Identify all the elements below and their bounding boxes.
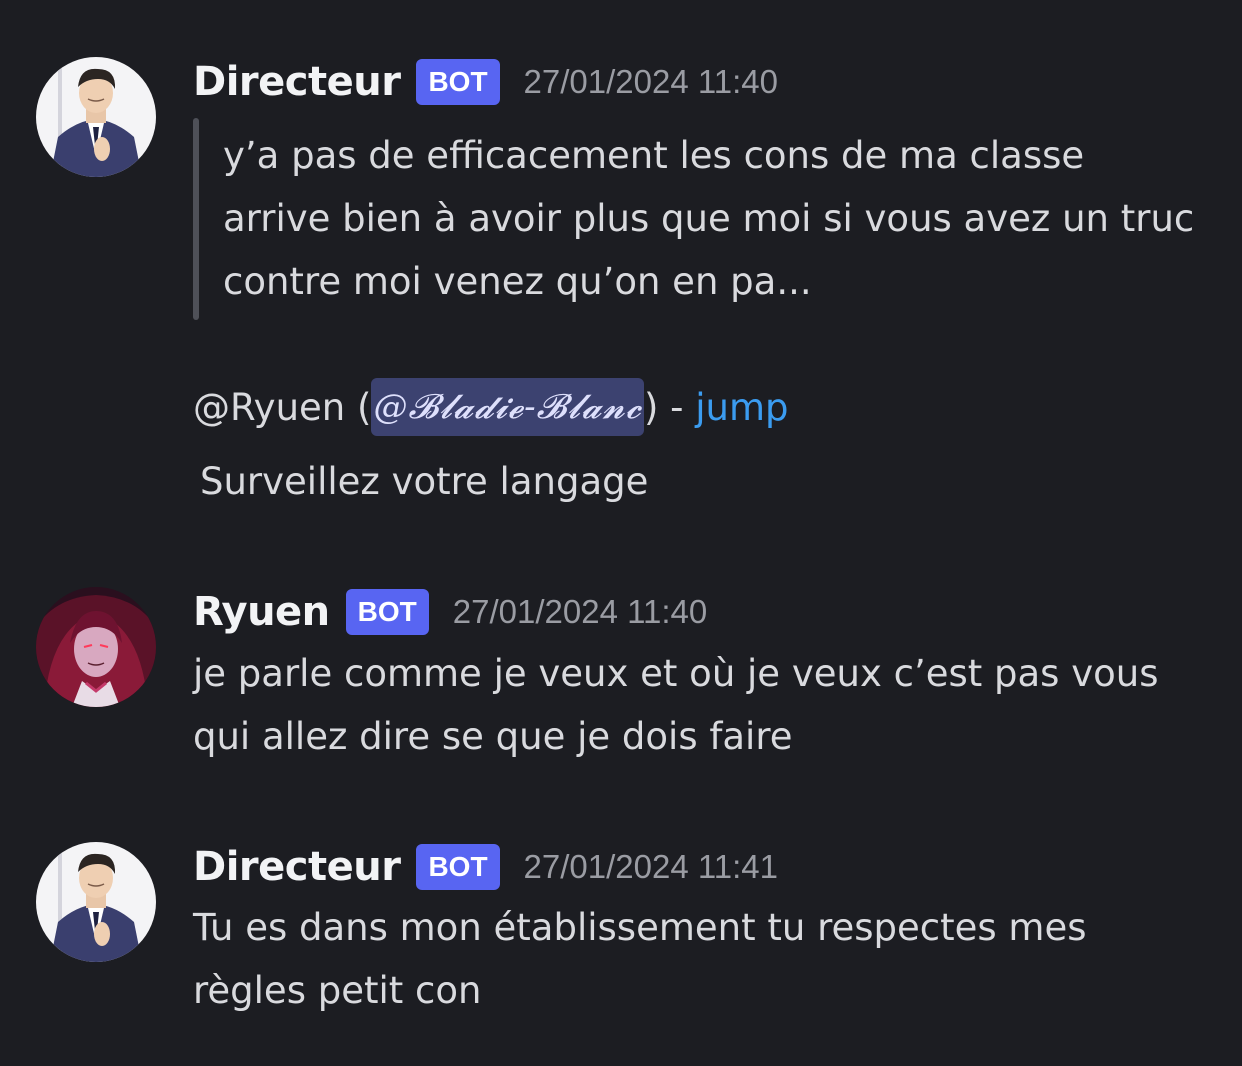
timestamp: 27/01/2024 11:41 <box>523 848 779 885</box>
quote-text: y’a pas de efficacement les cons de ma c… <box>223 134 1195 303</box>
reply-prefix: @Ryuen ( <box>193 385 372 429</box>
user-mention[interactable]: @𝓑𝓵𝓪𝓭𝓲𝓮-𝓑𝓵𝓪𝓷𝓬 <box>371 378 644 436</box>
bot-tag: BOT <box>416 59 500 105</box>
bot-tag: BOT <box>345 589 429 635</box>
message-text: Surveillez votre langage <box>200 460 649 503</box>
message-header: Directeur BOT 27/01/2024 11:41 <box>193 839 778 895</box>
suited-man-avatar-icon <box>36 842 156 962</box>
reply-suffix: ) - <box>643 385 696 429</box>
reply-quote[interactable]: y’a pas de efficacement les cons de ma c… <box>193 118 1203 320</box>
username[interactable]: Ryuen <box>193 589 330 635</box>
red-haired-character-avatar-icon <box>36 587 156 707</box>
message-directeur-1: Directeur BOT 27/01/2024 11:40 y’a pas d… <box>0 0 1242 520</box>
quote-bar <box>193 118 199 320</box>
directeur-avatar[interactable] <box>36 842 156 962</box>
directeur-avatar[interactable] <box>36 57 156 177</box>
message-header: Directeur BOT 27/01/2024 11:40 <box>193 54 778 110</box>
reply-reference: @Ryuen ( @𝓑𝓵𝓪𝓭𝓲𝓮-𝓑𝓵𝓪𝓷𝓬 ) - jump <box>193 375 789 439</box>
ryuen-avatar[interactable] <box>36 587 156 707</box>
timestamp: 27/01/2024 11:40 <box>523 63 779 100</box>
username[interactable]: Directeur <box>193 59 401 105</box>
message-header: Ryuen BOT 27/01/2024 11:40 <box>193 584 707 640</box>
suited-man-avatar-icon <box>36 57 156 177</box>
bot-tag: BOT <box>416 844 500 890</box>
message-text: Tu es dans mon établissement tu respecte… <box>193 906 1087 1012</box>
message-text: je parle comme je veux et où je veux c’e… <box>193 652 1159 758</box>
username[interactable]: Directeur <box>193 844 401 890</box>
jump-link[interactable]: jump <box>695 386 788 429</box>
timestamp: 27/01/2024 11:40 <box>452 593 708 630</box>
